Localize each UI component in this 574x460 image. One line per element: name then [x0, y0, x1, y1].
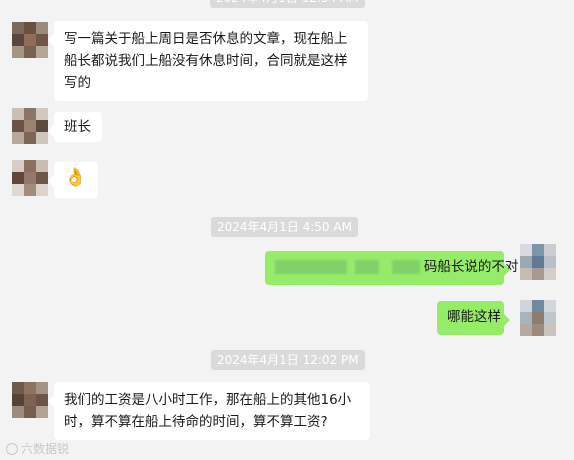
watermark-text: 六数据锐	[21, 442, 70, 456]
watermark: 六数据锐	[6, 440, 69, 457]
watermark-logo-icon	[6, 443, 18, 455]
blurred-text	[391, 260, 420, 274]
avatar[interactable]	[12, 22, 48, 58]
timestamp: 2024年4月1日 4:50 AM	[211, 217, 358, 237]
ok-hand-icon: 👌	[64, 167, 87, 188]
blurred-text	[275, 260, 347, 274]
blurred-text	[355, 260, 380, 274]
chat-window: 2024年4月1日 12:54 AM 写一篇关于船上周日是否休息的文章，现在船上…	[0, 0, 574, 460]
message-text: 写一篇关于船上周日是否休息的文章，现在船上	[64, 31, 348, 47]
avatar[interactable]	[520, 300, 556, 336]
timestamp: 2024年4月1日 12:02 PM	[211, 350, 365, 370]
message-text: 时，算不算在船上待命的时间，算不算工资?	[64, 414, 328, 430]
message-text: 码船长说的不对	[423, 259, 519, 275]
message-bubble-incoming[interactable]: 👌	[48, 162, 98, 198]
message-bubble-incoming[interactable]: 我们的工资是八小时工作，那在船上的其他16小 时，算不算在船上待命的时间，算不算…	[48, 382, 370, 440]
avatar[interactable]	[12, 108, 48, 144]
message-text: 我们的工资是八小时工作，那在船上的其他16小	[64, 392, 352, 408]
avatar[interactable]	[12, 382, 48, 418]
message-bubble-incoming[interactable]: 写一篇关于船上周日是否休息的文章，现在船上 船长都说我们上船没有休息时间，合同就…	[48, 21, 368, 101]
avatar[interactable]	[12, 160, 48, 196]
message-text: 班长	[64, 119, 91, 135]
avatar[interactable]	[520, 244, 556, 280]
message-text: 写的	[64, 75, 91, 91]
message-bubble-outgoing[interactable]: 码船长说的不对	[265, 251, 518, 285]
message-bubble-outgoing[interactable]: 哪能这样	[437, 301, 510, 335]
timestamp: 2024年4月1日 12:54 AM	[210, 0, 365, 8]
message-bubble-incoming[interactable]: 班长	[48, 112, 102, 142]
message-text: 船长都说我们上船没有休息时间，合同就是这样	[64, 53, 348, 69]
message-text: 哪能这样	[447, 309, 501, 325]
